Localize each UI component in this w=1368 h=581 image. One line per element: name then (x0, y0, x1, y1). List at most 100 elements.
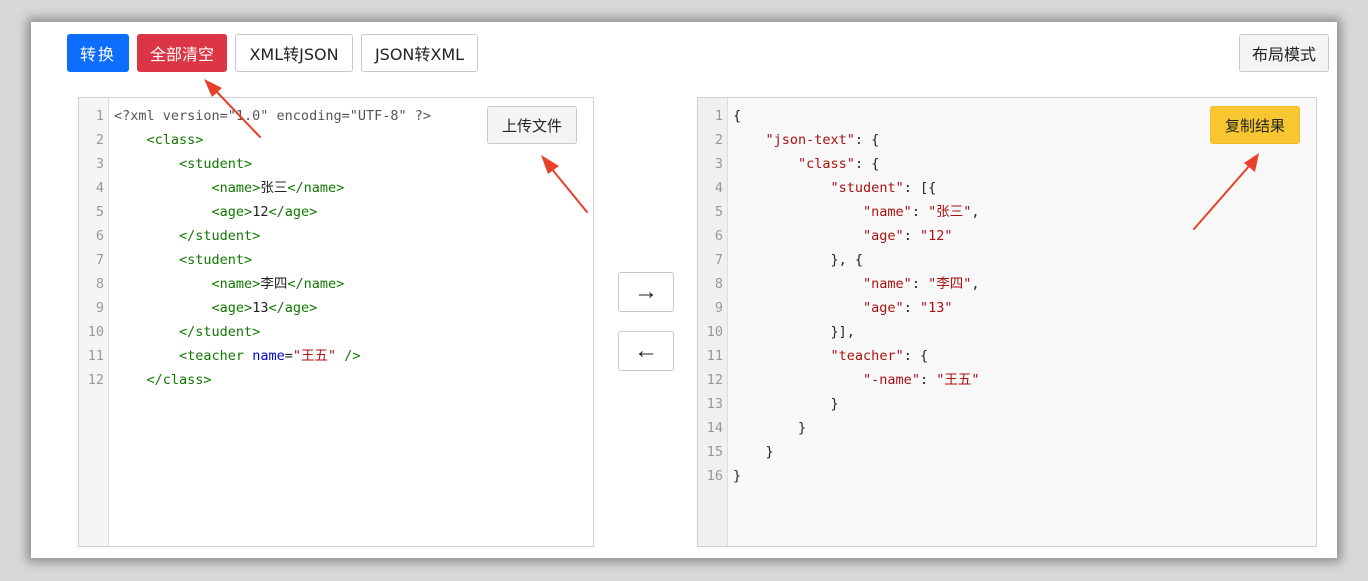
line-number: 5 (714, 204, 723, 220)
code-token: <age> (211, 204, 253, 220)
json-to-xml-button[interactable]: JSON转XML (361, 34, 478, 72)
code-line: 7 <student> (79, 248, 593, 272)
xml-input-editor[interactable]: 1 <?xml version="1.0" encoding="UTF-8" ?>… (78, 97, 594, 547)
code-token: </age> (268, 300, 318, 316)
code-line: 7 }, { (698, 248, 1316, 272)
line-number: 16 (706, 468, 723, 484)
code-text: "-name": "王五" (733, 368, 979, 392)
code-token: <student> (179, 156, 253, 172)
code-token: "13" (919, 300, 953, 316)
code-token: </name> (287, 180, 345, 196)
code-token: </class> (146, 372, 212, 388)
code-token: "张三" (928, 204, 972, 220)
line-number: 11 (706, 348, 723, 364)
code-token: name (252, 348, 285, 364)
copy-result-button[interactable]: 复制结果 (1210, 106, 1300, 144)
code-token: "name" (863, 204, 912, 220)
json-output-editor[interactable]: 1{2 "json-text": {3 "class": {4 "student… (697, 97, 1317, 547)
code-text: "teacher": { (733, 344, 929, 368)
code-token: "王五" (936, 372, 980, 388)
code-text: </class> (114, 368, 212, 392)
code-token: : (911, 204, 929, 220)
code-token: <name> (211, 180, 261, 196)
code-token: </age> (268, 204, 318, 220)
code-token: </name> (287, 276, 345, 292)
clear-all-button[interactable]: 全部清空 (137, 34, 227, 72)
code-token: : { (903, 348, 929, 364)
code-text: <class> (114, 128, 204, 152)
convert-left-button[interactable]: ← (618, 331, 674, 371)
code-text: <age>13</age> (114, 296, 318, 320)
code-text: <student> (114, 248, 252, 272)
code-text: <teacher name="王五" /> (114, 344, 360, 368)
code-line: 3 <student> (79, 152, 593, 176)
code-line: 5 <age>12</age> (79, 200, 593, 224)
code-line: 6 </student> (79, 224, 593, 248)
code-token: 李四 (260, 276, 288, 292)
code-token: }, { (830, 252, 864, 268)
code-token: : (919, 372, 937, 388)
code-text: }, { (733, 248, 864, 272)
xml-code-area[interactable]: 1 <?xml version="1.0" encoding="UTF-8" ?>… (79, 104, 593, 392)
code-text: }], (733, 320, 855, 344)
convert-button[interactable]: 转换 (67, 34, 129, 72)
code-line: 6 "age": "12" (698, 224, 1316, 248)
code-line: 16} (698, 464, 1316, 488)
code-token: { (733, 108, 742, 124)
xml-to-json-button[interactable]: XML转JSON (235, 34, 353, 72)
line-number: 6 (95, 228, 104, 244)
code-token: 张三 (260, 180, 288, 196)
code-line: 11 "teacher": { (698, 344, 1316, 368)
code-text: "name": "李四", (733, 272, 980, 296)
code-text: "class": { (733, 152, 879, 176)
code-line: 12 </class> (79, 368, 593, 392)
line-number: 11 (87, 348, 104, 364)
code-token: = (284, 348, 293, 364)
code-token: "李四" (928, 276, 972, 292)
layout-mode-button[interactable]: 布局模式 (1239, 34, 1329, 72)
line-number: 2 (95, 132, 104, 148)
code-token: <name> (211, 276, 261, 292)
upload-file-button[interactable]: 上传文件 (487, 106, 577, 144)
code-token: "teacher" (830, 348, 904, 364)
code-token: "age" (863, 300, 904, 316)
code-line: 10 </student> (79, 320, 593, 344)
code-token: <age> (211, 300, 253, 316)
code-line: 4 <name>张三</name> (79, 176, 593, 200)
code-token: : (903, 228, 920, 244)
code-line: 13 } (698, 392, 1316, 416)
code-token: , (971, 276, 980, 292)
code-token: "name" (863, 276, 912, 292)
code-line: 8 "name": "李四", (698, 272, 1316, 296)
code-line: 14 } (698, 416, 1316, 440)
json-code-area[interactable]: 1{2 "json-text": {3 "class": {4 "student… (698, 104, 1316, 488)
code-token: </student> (179, 324, 261, 340)
code-token: <?xml version="1.0" encoding="UTF-8" ?> (114, 108, 431, 124)
line-number: 12 (87, 372, 104, 388)
code-line: 5 "name": "张三", (698, 200, 1316, 224)
code-token: <teacher (179, 348, 253, 364)
code-line: 11 <teacher name="王五" /> (79, 344, 593, 368)
code-token: : (903, 300, 920, 316)
code-token: : [{ (903, 180, 937, 196)
code-line: 8 <name>李四</name> (79, 272, 593, 296)
line-number: 1 (714, 108, 723, 124)
code-line: 9 <age>13</age> (79, 296, 593, 320)
code-token: "12" (919, 228, 953, 244)
line-number: 7 (95, 252, 104, 268)
line-number: 2 (714, 132, 723, 148)
convert-right-button[interactable]: → (618, 272, 674, 312)
code-text: } (733, 440, 774, 464)
